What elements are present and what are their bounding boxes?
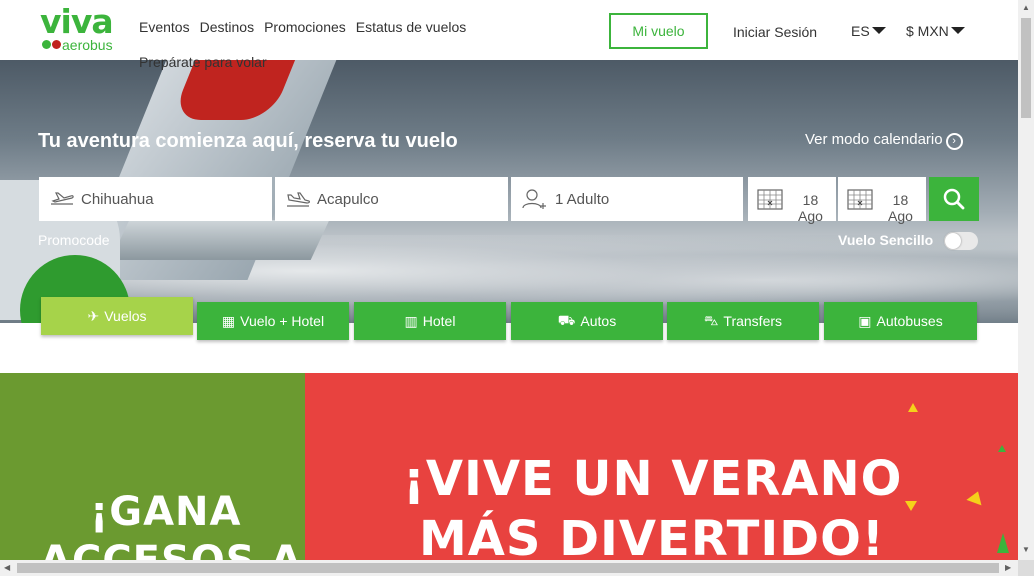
calendar-mode-link[interactable]: Ver modo calendario › (805, 131, 963, 150)
return-month: Ago (888, 208, 913, 224)
calendar-mode-label: Ver modo calendario (805, 131, 943, 148)
mi-vuelo-button[interactable]: Mi vuelo (609, 13, 708, 49)
return-date-value: 18 Ago (888, 192, 913, 224)
promo-right-line2: MÁS DIVERTIDO! (419, 511, 885, 560)
promo-right-line1: ¡VIVE UN VERANO (403, 451, 903, 507)
logo-wordmark: viva (40, 2, 114, 41)
one-way-toggle[interactable] (944, 232, 978, 250)
taxi-icon: ⛍ (703, 311, 719, 328)
vertical-scroll-thumb[interactable] (1021, 18, 1031, 118)
plane-takeoff-icon (51, 192, 74, 205)
tab-autobuses[interactable]: ▣ Autobuses (824, 302, 977, 340)
depart-day: 18 (802, 192, 819, 208)
main-nav: Eventos Destinos Promociones Estatus de vue… (139, 19, 489, 70)
viva-aerobus-logo[interactable]: viva aerobus (40, 2, 126, 54)
circle-arrow-right-icon: › (945, 133, 963, 150)
scroll-right-icon[interactable]: ▶ (1005, 564, 1011, 572)
promo-left-line2: ACCESOS A (40, 538, 303, 560)
currency-value: $ MXN (906, 23, 949, 39)
depart-date-value: 18 Ago (798, 192, 823, 224)
toggle-knob (945, 233, 961, 249)
one-way-label: Vuelo Sencillo (838, 232, 934, 248)
passengers-field[interactable]: 1 Adulto (511, 177, 743, 221)
calendar-icon (847, 189, 873, 210)
tab-label: Vuelo + Hotel (240, 313, 325, 329)
bus-icon: ▣ (858, 312, 872, 329)
tab-label: Transfers (723, 313, 783, 329)
horizontal-scroll-thumb[interactable] (17, 563, 999, 573)
vertical-scrollbar[interactable]: ▲ ▼ (1018, 0, 1034, 560)
login-link[interactable]: Iniciar Sesión (733, 24, 817, 40)
search-button[interactable] (929, 177, 979, 221)
scroll-down-icon[interactable]: ▼ (1022, 546, 1030, 554)
tab-transfers[interactable]: ⛍ Transfers (667, 302, 819, 340)
nav-preparate[interactable]: Prepárate para volar (139, 54, 267, 70)
promo-banner-right[interactable]: ¡VIVE UN VERANO MÁS DIVERTIDO! (305, 373, 1018, 560)
origin-value: Chihuahua (81, 190, 154, 208)
scrollbar-corner (1018, 560, 1034, 576)
destination-field[interactable]: Acapulco (275, 177, 508, 221)
language-value: ES (851, 23, 870, 39)
plane-icon: ✈ (87, 307, 100, 324)
tab-vuelos[interactable]: ✈ Vuelos (41, 297, 193, 335)
confetti-decoration (966, 488, 986, 506)
tab-autos[interactable]: ⛟ Autos (511, 302, 663, 340)
logo-dot-red (52, 40, 61, 49)
car-icon: ⛟ (557, 311, 576, 328)
tab-label: Hotel (422, 313, 456, 329)
building-icon: ▦ (221, 312, 236, 329)
nav-estatus-vuelos[interactable]: Estatus de vuelos (356, 19, 467, 35)
hotel-icon: ▥ (404, 312, 418, 329)
depart-month: Ago (798, 208, 823, 224)
logo-dot-green (42, 40, 51, 49)
airplane-wing-image (110, 220, 330, 260)
return-day: 18 (892, 192, 909, 208)
confetti-decoration (998, 445, 1006, 452)
tab-label: Vuelos (104, 308, 147, 324)
scroll-up-icon[interactable]: ▲ (1022, 4, 1030, 12)
confetti-decoration (997, 533, 1009, 553)
logo-subtext: aerobus (62, 37, 113, 53)
search-icon (943, 188, 965, 210)
calendar-icon (757, 189, 783, 210)
tab-label: Autos (580, 313, 617, 329)
nav-destinos[interactable]: Destinos (200, 19, 254, 35)
hero-title: Tu aventura comienza aquí, reserva tu vu… (38, 130, 458, 152)
tab-hotel[interactable]: ▥ Hotel (354, 302, 506, 340)
confetti-decoration (905, 501, 917, 511)
passengers-value: 1 Adulto (555, 190, 610, 208)
promocode-link[interactable]: Promocode (38, 232, 110, 248)
tab-label: Autobuses (876, 313, 943, 329)
language-selector[interactable]: ES (851, 23, 886, 39)
confetti-decoration (908, 403, 918, 412)
chevron-down-icon (950, 27, 965, 34)
destination-value: Acapulco (317, 190, 379, 208)
promo-left-line1: ¡GANA (90, 489, 242, 535)
nav-promociones[interactable]: Promociones (264, 19, 346, 35)
return-date-field[interactable]: 18 Ago (838, 177, 926, 224)
currency-selector[interactable]: $ MXN (906, 23, 965, 39)
depart-date-field[interactable]: 18 Ago (748, 177, 836, 224)
horizontal-scrollbar[interactable]: ◀ ▶ (0, 560, 1018, 576)
top-header: viva aerobus Eventos Destinos Promociones E… (0, 0, 1018, 70)
tab-vuelo-hotel[interactable]: ▦ Vuelo + Hotel (197, 302, 349, 340)
chevron-down-icon (871, 27, 886, 34)
user-add-icon (522, 189, 546, 209)
plane-landing-icon (287, 192, 310, 207)
origin-field[interactable]: Chihuahua (39, 177, 272, 221)
nav-eventos[interactable]: Eventos (139, 19, 190, 35)
scroll-left-icon[interactable]: ◀ (4, 564, 10, 572)
promo-banner-left[interactable]: ¡GANA ACCESOS A (0, 373, 305, 560)
